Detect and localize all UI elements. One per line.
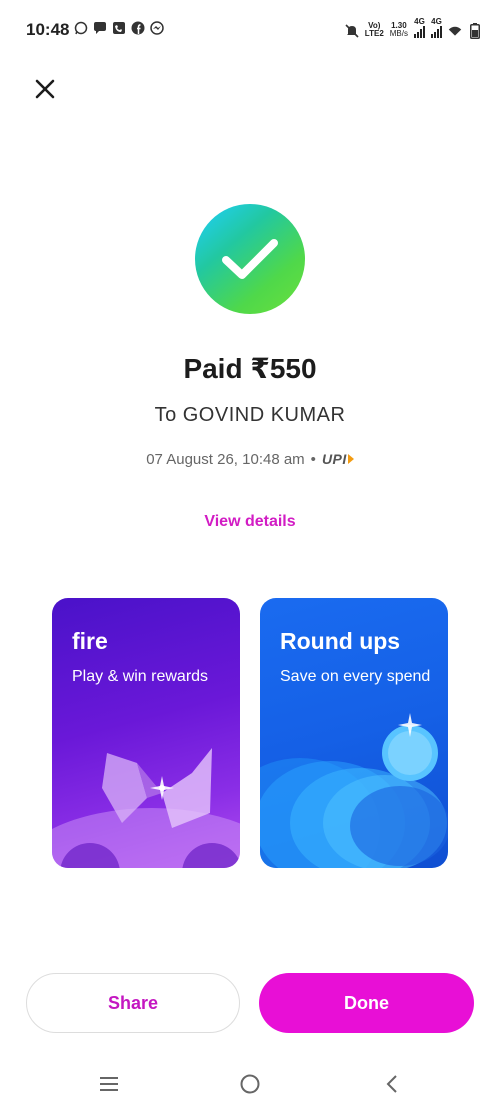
card-subtitle: Save on every spend	[280, 668, 431, 685]
round-ups-card[interactable]: Round ups Save on every spend	[260, 598, 448, 868]
paid-amount: Paid ₹550	[183, 353, 317, 384]
phone-app-icon	[112, 21, 126, 35]
status-bar: 10:48 Vo) LTE2 1.30 MB/s 4G 4G	[0, 0, 500, 60]
status-time: 10:48	[26, 20, 70, 39]
menu-lines-icon	[100, 1077, 118, 1091]
notification-icons	[74, 21, 164, 35]
view-details-link[interactable]: View details	[0, 513, 500, 531]
volte-indicator: Vo) LTE2	[364, 21, 384, 38]
battery-icon	[468, 23, 482, 39]
home-button[interactable]	[236, 1070, 264, 1098]
separator-dot: •	[310, 451, 316, 468]
share-button[interactable]: Share	[26, 973, 240, 1033]
close-button[interactable]	[32, 76, 60, 104]
back-button[interactable]	[378, 1070, 406, 1098]
signal-sim2: 4G	[431, 18, 442, 38]
signal-bars-icon	[414, 26, 425, 38]
done-button[interactable]: Done	[259, 973, 474, 1033]
close-icon	[35, 79, 55, 99]
recipient-name: To GOVIND KUMAR	[154, 404, 346, 426]
crystal-illustration	[52, 748, 240, 868]
wifi-icon	[448, 24, 462, 38]
upi-logo: UPI	[322, 451, 354, 468]
transaction-datetime: 07 August 26, 10:48 am	[146, 451, 305, 468]
transaction-meta: 07 August 26, 10:48 am • UPI	[0, 451, 500, 468]
back-chevron-icon	[386, 1075, 397, 1093]
fire-card[interactable]: fire Play & win rewards	[52, 598, 240, 868]
recent-apps-button[interactable]	[95, 1070, 123, 1098]
card-title: fire	[72, 628, 108, 654]
facebook-icon	[131, 21, 145, 35]
home-circle-icon	[240, 1074, 260, 1094]
coin-stack-illustration	[260, 713, 448, 868]
chat-bubble-icon	[93, 21, 107, 35]
system-nav-bar	[0, 1060, 500, 1108]
signal-bars-icon	[431, 26, 442, 38]
network-speed: 1.30 MB/s	[389, 21, 408, 38]
card-title: Round ups	[280, 628, 401, 654]
mute-bell-icon	[345, 24, 359, 38]
messenger-icon	[150, 21, 164, 35]
checkmark-icon	[222, 239, 278, 279]
system-icons: Vo) LTE2 1.30 MB/s 4G 4G	[345, 18, 482, 39]
whatsapp-icon	[74, 21, 88, 35]
signal-sim1: 4G	[414, 18, 425, 38]
success-badge	[195, 204, 305, 314]
card-subtitle: Play & win rewards	[72, 668, 209, 685]
